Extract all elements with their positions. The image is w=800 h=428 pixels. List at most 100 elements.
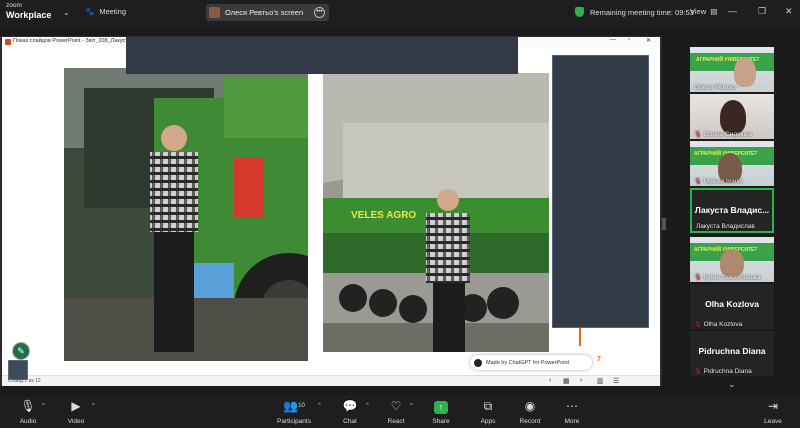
remaining-time-text: Remaining meeting time: 09:53 bbox=[590, 7, 694, 17]
chat-button[interactable]: 💬 Chat bbox=[330, 399, 370, 425]
powerpoint-icon bbox=[5, 39, 11, 45]
participant-big-name: Pidruchna Diana bbox=[698, 346, 766, 356]
reading-view-icon[interactable]: ▥ bbox=[597, 377, 604, 385]
view-label: View bbox=[690, 7, 707, 16]
meeting-icon: 🐾 bbox=[85, 7, 95, 16]
more-icon[interactable]: ••• bbox=[314, 7, 325, 18]
participant-tile[interactable]: Olha Kozlova 🎙 Olha Kozlova bbox=[690, 284, 774, 329]
react-options-chevron-icon[interactable]: ^ bbox=[410, 403, 413, 409]
record-icon: ◉ bbox=[524, 399, 536, 413]
maximize-icon[interactable]: ❐ bbox=[758, 6, 766, 17]
participant-name-text: Олеся Ревтьо bbox=[694, 84, 736, 91]
participant-name: 🎙 Ірина Соколовська bbox=[694, 274, 760, 281]
svg-text:VELES AGRO: VELES AGRO bbox=[351, 210, 416, 221]
participant-name-text: Олена Сидякіна bbox=[703, 131, 753, 138]
participant-big-name: Olha Kozlova bbox=[705, 299, 759, 309]
audio-label: Audio bbox=[19, 418, 37, 425]
ppt-status-bar: Слайд 1 из 12 ‹ ▦ › ▥ ☰ bbox=[2, 375, 660, 386]
participants-label: Participants bbox=[277, 418, 311, 425]
panel-resize-handle[interactable] bbox=[662, 218, 666, 230]
slide-photo-combine bbox=[64, 68, 308, 361]
chatgpt-icon bbox=[474, 358, 482, 367]
share-label: Олеся Ревтьо's screen bbox=[225, 8, 304, 17]
leave-button[interactable]: ⇥ Leave bbox=[753, 399, 793, 425]
video-background-banner: АГРАРНИЙ УНІВЕРСИТЕТ bbox=[690, 53, 774, 71]
participant-name-text: Olha Kozlova bbox=[703, 321, 743, 328]
next-slide-icon[interactable]: › bbox=[580, 377, 582, 384]
share-screen-icon: ↑ bbox=[434, 401, 448, 414]
gallery-scroll-down-icon[interactable]: ⌄ bbox=[728, 379, 736, 390]
view-button[interactable]: View ▤ bbox=[690, 7, 717, 16]
apps-icon: ⧉ bbox=[483, 399, 493, 413]
participant-tile[interactable]: АГРАРНИЙ УНІВЕРСИТЕТ 🎙 Ірина Соколовська bbox=[690, 237, 774, 282]
participants-count: 10 bbox=[298, 403, 305, 409]
share-button[interactable]: ↑ Share bbox=[421, 399, 461, 425]
camera-off-icon: ▶ bbox=[71, 399, 81, 413]
participant-person bbox=[720, 249, 744, 277]
participant-person bbox=[720, 100, 746, 134]
slide-accent-line bbox=[579, 328, 581, 346]
participant-name: Олеся Ревтьо bbox=[694, 84, 736, 91]
participants-button[interactable]: 👥10 Participants bbox=[274, 399, 314, 425]
participant-name: 🎙 Mykola Ivaniv bbox=[694, 178, 743, 185]
slide-photo-seeder: VELES AGRO bbox=[323, 73, 549, 352]
close-icon[interactable]: ✕ bbox=[785, 6, 793, 17]
participant-person bbox=[734, 57, 756, 87]
view-icon: ▤ bbox=[708, 7, 718, 16]
redacted-region bbox=[126, 37, 518, 74]
top-bar: zoom Workplace ⌄ 🐾 Meeting Олеся Ревтьо'… bbox=[0, 0, 800, 26]
participants-icon: 👥10 bbox=[283, 399, 305, 413]
prev-slide-icon[interactable]: ‹ bbox=[549, 377, 551, 384]
meeting-label: Meeting bbox=[99, 7, 127, 16]
mic-muted-icon: 🎙 bbox=[694, 322, 702, 328]
more-button[interactable]: ⋯ More bbox=[552, 399, 592, 425]
brand-line1: zoom bbox=[6, 2, 22, 9]
meeting-button[interactable]: 🐾 Meeting bbox=[85, 7, 126, 16]
participant-tile[interactable]: 🎙 Олена Сидякіна bbox=[690, 94, 774, 139]
participant-tile-active[interactable]: Лакуста Владис... Лакуста Владислав bbox=[690, 188, 774, 233]
brand-line2: Workplace bbox=[6, 9, 52, 20]
ppt-minimize-icon[interactable]: — bbox=[610, 37, 616, 43]
slide-sorter-icon[interactable]: ▦ bbox=[563, 377, 570, 385]
share-label: Share bbox=[432, 418, 450, 425]
ppt-close-icon[interactable]: ✕ bbox=[646, 37, 651, 44]
menu-icon[interactable]: ☰ bbox=[613, 377, 619, 385]
participant-name: 🎙 Олена Сидякіна bbox=[694, 131, 752, 138]
share-indicator[interactable]: Олеся Ревтьо's screen ••• bbox=[206, 4, 329, 21]
video-label: Video bbox=[67, 418, 85, 425]
chat-icon: 💬 bbox=[342, 399, 358, 413]
zoom-logo: zoom Workplace bbox=[6, 2, 52, 20]
apps-button[interactable]: ⧉ Apps bbox=[468, 399, 508, 425]
audio-options-chevron-icon[interactable]: ^ bbox=[42, 403, 45, 409]
mic-muted-icon: 🎙 bbox=[694, 179, 702, 185]
more-label: More bbox=[564, 418, 580, 425]
made-with-badge[interactable]: Made by ChatGPT for PowerPoint bbox=[470, 355, 592, 370]
chevron-down-icon[interactable]: ⌄ bbox=[63, 8, 70, 17]
participant-name-text: Mykola Ivaniv bbox=[703, 178, 743, 185]
remaining-time: Remaining meeting time: 09:53 bbox=[575, 7, 694, 17]
minimize-icon[interactable]: — bbox=[728, 6, 737, 16]
participant-tile[interactable]: АГРАРНИЙ УНІВЕРСИТЕТ Олеся Ревтьо bbox=[690, 47, 774, 92]
redacted-region bbox=[552, 55, 649, 328]
made-with-label: Made by ChatGPT for PowerPoint bbox=[486, 359, 570, 366]
participant-name: Лакуста Владислав bbox=[696, 223, 755, 230]
shield-icon[interactable] bbox=[575, 7, 584, 17]
more-icon: ⋯ bbox=[566, 399, 578, 413]
sharer-avatar bbox=[209, 7, 220, 18]
presenter-thumbnail bbox=[8, 360, 28, 380]
record-label: Record bbox=[519, 418, 541, 425]
participants-options-chevron-icon[interactable]: ^ bbox=[318, 403, 321, 409]
participant-name-text: Лакуста Владислав bbox=[696, 223, 755, 230]
ppt-maximize-icon[interactable]: ▫ bbox=[628, 37, 630, 43]
chat-options-chevron-icon[interactable]: ^ bbox=[366, 403, 369, 409]
participant-tile[interactable]: АГРАРНИЙ УНІВЕРСИТЕТ 🎙 Mykola Ivaniv bbox=[690, 141, 774, 186]
participant-name-text: Pidruchna Diana bbox=[703, 368, 752, 375]
participant-name: 🎙 Pidruchna Diana bbox=[694, 368, 752, 375]
video-options-chevron-icon[interactable]: ^ bbox=[92, 403, 95, 409]
pen-icon[interactable]: ✎ bbox=[12, 342, 30, 360]
apps-label: Apps bbox=[480, 418, 496, 425]
participant-tile[interactable]: Pidruchna Diana 🎙 Pidruchna Diana bbox=[690, 331, 774, 376]
mic-muted-icon: 🎙 bbox=[694, 132, 702, 138]
video-button[interactable]: ▶ Video bbox=[56, 399, 96, 425]
record-button[interactable]: ◉ Record bbox=[510, 399, 550, 425]
